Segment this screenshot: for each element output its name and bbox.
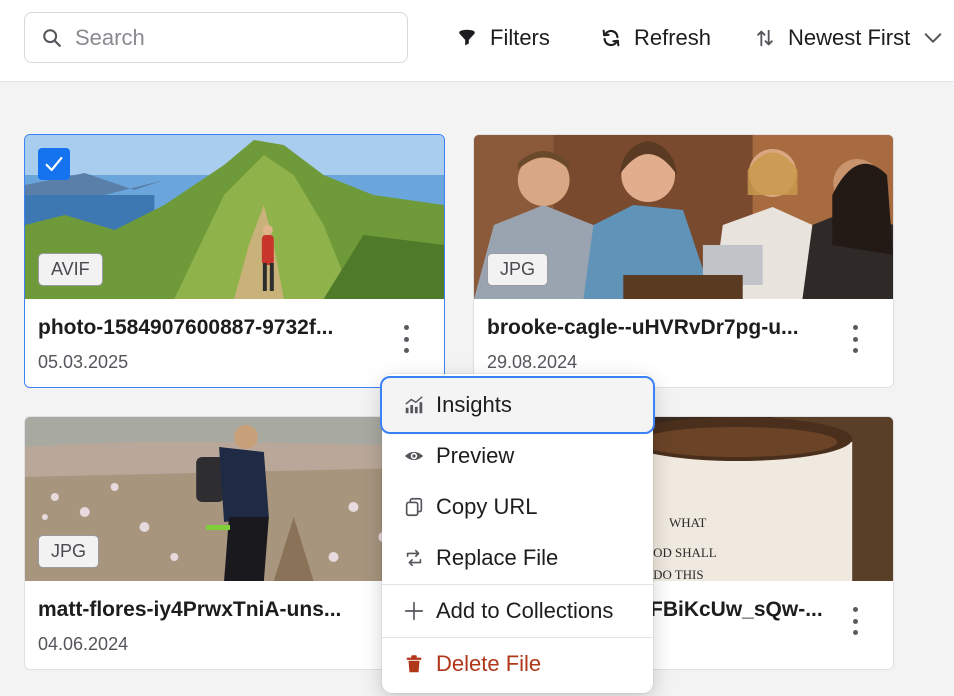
menu-item-label: Add to Collections	[436, 598, 614, 623]
menu-item-delete-file[interactable]: Delete File	[382, 639, 653, 689]
file-date: 29.08.2024	[487, 352, 578, 372]
chevron-down-icon	[924, 33, 942, 43]
file-name: photo-1584907600887-9732f...	[38, 316, 334, 339]
trash-icon	[402, 652, 426, 676]
more-options-icon[interactable]	[845, 325, 865, 353]
replace-icon	[402, 546, 426, 570]
menu-item-add-to-collections[interactable]: Add to Collections	[382, 586, 653, 636]
file-name: matt-flores-iy4PrwxTniA-uns...	[38, 598, 342, 621]
search-icon	[43, 28, 61, 47]
copy-icon	[402, 495, 426, 519]
context-menu: Insights Preview Copy URL Replace File A…	[380, 374, 655, 693]
plus-icon	[402, 599, 426, 623]
filters-label: Filters	[490, 25, 550, 50]
filters-button[interactable]: Filters	[456, 20, 550, 56]
more-options-icon[interactable]	[845, 607, 865, 635]
eye-icon	[402, 444, 426, 468]
svg-text:DO THIS: DO THIS	[653, 567, 703, 581]
search-input[interactable]	[75, 24, 375, 51]
file-type-badge: JPG	[487, 253, 549, 286]
sort-icon	[757, 29, 773, 47]
menu-divider	[382, 637, 653, 638]
media-card[interactable]: JPG brooke-cagle--uHVRvDr7pg-u... 29.08.…	[473, 134, 894, 388]
svg-text:WHAT: WHAT	[669, 515, 706, 530]
chart-icon	[402, 393, 426, 417]
menu-item-label: Preview	[436, 443, 515, 468]
menu-item-copy-url[interactable]: Copy URL	[382, 482, 653, 532]
file-date: 05.03.2025	[38, 352, 129, 372]
menu-item-replace-file[interactable]: Replace File	[382, 533, 653, 583]
menu-item-insights[interactable]: Insights	[380, 376, 655, 434]
more-options-icon[interactable]	[396, 325, 416, 353]
file-type-badge: JPG	[38, 535, 100, 568]
filter-icon	[459, 29, 475, 46]
media-card[interactable]: AVIF photo-1584907600887-9732f... 05.03.…	[24, 134, 445, 388]
refresh-label: Refresh	[634, 25, 712, 50]
toolbar: Filters Refresh Newest First	[0, 0, 954, 82]
file-name: FBiKcUw_sQw-...	[650, 598, 823, 621]
menu-item-label: Insights	[436, 392, 512, 417]
file-date: 04.06.2024	[38, 634, 129, 654]
menu-item-preview[interactable]: Preview	[382, 431, 653, 481]
menu-divider	[382, 584, 653, 585]
refresh-button[interactable]: Refresh	[600, 20, 711, 56]
menu-item-label: Copy URL	[436, 494, 538, 519]
file-type-badge: AVIF	[38, 253, 103, 286]
sort-label: Newest First	[788, 25, 911, 50]
menu-item-label: Delete File	[436, 651, 542, 676]
svg-text:OD SHALL: OD SHALL	[653, 545, 717, 560]
menu-item-label: Replace File	[436, 545, 559, 570]
search-box[interactable]	[24, 12, 408, 63]
sort-dropdown[interactable]: Newest First	[754, 20, 944, 56]
checkmark-icon	[45, 156, 63, 172]
file-name: brooke-cagle--uHVRvDr7pg-u...	[487, 316, 799, 339]
refresh-icon	[602, 29, 620, 47]
select-checkbox[interactable]	[38, 148, 70, 180]
